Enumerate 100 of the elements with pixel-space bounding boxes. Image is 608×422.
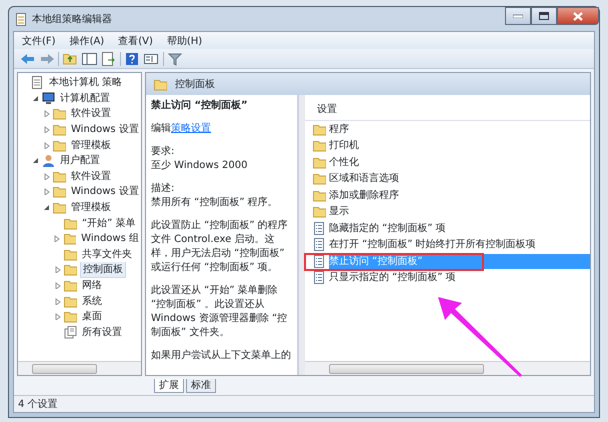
tree-item[interactable]: “开始” 菜单	[80, 216, 138, 231]
document-icon	[31, 76, 44, 90]
collapsed-arrow-icon[interactable]	[42, 126, 50, 134]
column-header[interactable]: 设置	[305, 99, 590, 121]
folder-icon	[64, 279, 77, 292]
folder-icon	[53, 201, 66, 214]
tree-item[interactable]: Windows 设置	[69, 122, 141, 138]
menu-item[interactable]: 查看(V)	[118, 34, 153, 47]
help-icon[interactable]	[125, 52, 140, 66]
collapsed-arrow-icon[interactable]	[42, 188, 50, 196]
setting-icon	[313, 238, 326, 252]
folder-icon	[64, 216, 77, 230]
close-button[interactable]	[557, 7, 599, 25]
back-arrow-icon[interactable]	[20, 52, 35, 66]
pane-toggle-icon[interactable]	[82, 52, 97, 66]
list-item[interactable]: 添加或删除程序	[329, 188, 399, 203]
properties-icon[interactable]	[144, 52, 159, 66]
collapsed-arrow-icon[interactable]	[42, 142, 50, 149]
expanded-arrow-icon[interactable]	[42, 204, 50, 212]
edit-line: 编辑策略设置	[151, 122, 212, 136]
list-item[interactable]: 显示	[329, 204, 349, 220]
minimize-button[interactable]	[505, 7, 531, 25]
app-icon	[15, 12, 27, 26]
description-text: 此设置防止 “控制面板” 的程序文件 Control.exe 启动。这样，用户无法启动 “控制面板” 或运行任何 “控制面板” 项。	[151, 219, 289, 275]
tree-item[interactable]: 管理模板	[69, 138, 113, 153]
tree-item[interactable]: 桌面	[80, 309, 104, 324]
folder-icon	[313, 172, 326, 186]
tree-item[interactable]: 所有设置	[80, 324, 124, 340]
view-tab[interactable]: 扩展	[154, 379, 184, 393]
menu-item[interactable]: 文件(F)	[22, 34, 56, 47]
folder-icon	[313, 139, 326, 152]
folder-icon	[53, 138, 66, 152]
list-item[interactable]: 打印机	[329, 138, 359, 154]
maximize-icon	[539, 12, 549, 20]
folder-icon	[64, 310, 77, 324]
horizontal-scrollbar[interactable]	[18, 361, 141, 375]
vertical-scrollbar[interactable]	[298, 95, 305, 375]
computer-icon	[42, 92, 55, 105]
filter-icon[interactable]	[168, 52, 183, 66]
maximize-button[interactable]	[531, 7, 557, 25]
tree-item[interactable]: Windows 组	[79, 231, 141, 246]
pane-title: 控制面板	[175, 78, 215, 92]
close-icon	[573, 12, 583, 20]
collapsed-arrow-icon[interactable]	[42, 110, 50, 118]
collapsed-arrow-icon[interactable]	[54, 266, 60, 274]
folder-icon	[53, 107, 66, 120]
collapsed-arrow-icon[interactable]	[54, 282, 60, 290]
tree-item[interactable]: Windows 设置	[69, 184, 141, 200]
tree-item[interactable]: 用户配置	[58, 153, 102, 168]
tree-item[interactable]: 计算机配置	[58, 90, 112, 106]
setting-icon	[313, 271, 326, 284]
list-item[interactable]: 只显示指定的 “控制面板” 项	[329, 270, 456, 286]
menu-item[interactable]: 帮助(H)	[166, 34, 202, 47]
tree-item[interactable]: 软件设置	[69, 106, 113, 122]
collapsed-arrow-icon[interactable]	[54, 313, 60, 320]
view-tab[interactable]: 标准	[186, 379, 216, 393]
expanded-arrow-icon[interactable]	[32, 94, 38, 102]
minimize-icon	[513, 14, 523, 18]
tree-item[interactable]: 网络	[80, 278, 104, 294]
description-text: 描述: 禁用所有 “控制面板” 程序。	[151, 182, 279, 210]
window-title: 本地组策略编辑器	[32, 12, 112, 26]
forward-arrow-icon[interactable]	[39, 52, 54, 66]
folder-icon	[64, 248, 77, 261]
folder-up-icon[interactable]	[63, 52, 78, 66]
horizontal-scrollbar[interactable]	[305, 361, 590, 375]
list-item[interactable]: 程序	[329, 122, 349, 137]
status-text: 4 个设置	[18, 398, 58, 412]
expanded-arrow-icon[interactable]	[32, 157, 38, 164]
setting-icon	[313, 254, 326, 268]
tree-item[interactable]: 控制面板	[80, 262, 126, 278]
folder-icon	[313, 156, 326, 169]
list-item[interactable]: 隐藏指定的 “控制面板” 项	[329, 220, 446, 236]
folder-icon	[53, 185, 66, 198]
list-item[interactable]: 在打开 “控制面板” 时始终打开所有控制面板项	[329, 237, 536, 252]
folder-icon	[64, 232, 76, 246]
folder-icon	[313, 188, 326, 202]
tree-item[interactable]: 本地计算机 策略	[47, 75, 124, 90]
description-text: 要求: 至少 Windows 2000	[151, 145, 248, 173]
settings-list-icon	[64, 326, 77, 339]
folder-icon	[313, 122, 326, 136]
folder-icon	[313, 205, 326, 218]
folder-icon	[53, 170, 66, 183]
collapsed-arrow-icon[interactable]	[53, 235, 60, 242]
folder-icon	[154, 78, 167, 90]
list-item[interactable]: 区域和语言选项	[329, 171, 399, 186]
menu-item[interactable]: 操作(A)	[70, 34, 104, 47]
tree-item[interactable]: 软件设置	[69, 168, 113, 184]
collapsed-arrow-icon[interactable]	[54, 298, 60, 305]
policy-setting-link[interactable]: 策略设置	[171, 123, 211, 134]
description-title: 禁止访问 “控制面板”	[151, 99, 249, 113]
collapsed-arrow-icon[interactable]	[42, 172, 50, 180]
setting-icon	[313, 222, 326, 235]
tree-item[interactable]: 共享文件夹	[80, 246, 134, 262]
list-item[interactable]: 个性化	[329, 154, 359, 170]
description-text: 此设置还从 “开始” 菜单删除 “控制面板” 。此设置还从 Windows 资源管理器删除 “控制面板” 文件夹。	[151, 284, 288, 340]
export-list-icon[interactable]	[101, 52, 116, 66]
folder-icon	[53, 123, 66, 136]
tree-item[interactable]: 系统	[80, 294, 104, 309]
tree-item[interactable]: 管理模板	[69, 200, 113, 216]
user-icon	[42, 154, 55, 168]
